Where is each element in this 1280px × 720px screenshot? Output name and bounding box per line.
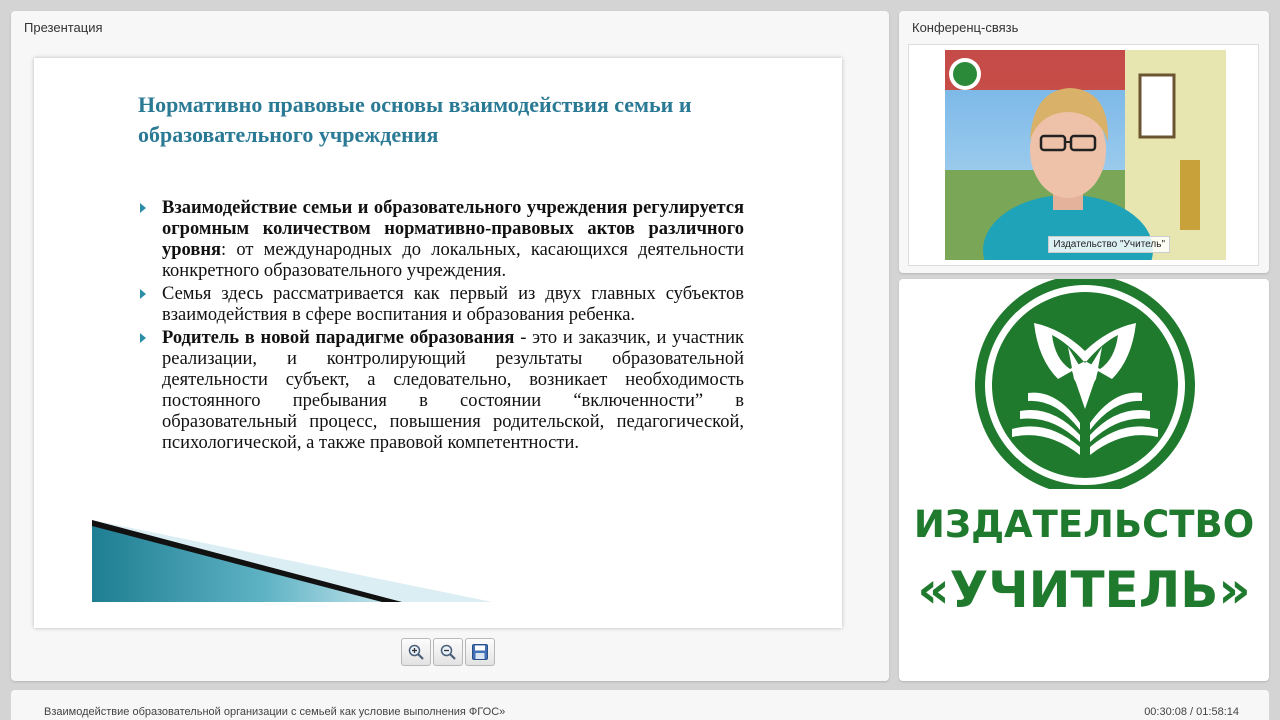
slide-bullet-text: Семья здесь рассматривается как первый и… xyxy=(162,284,744,325)
publisher-logo-icon xyxy=(975,279,1195,489)
slide-bullet-bold: Родитель в новой парадигме образования xyxy=(162,328,515,348)
zoom-in-icon xyxy=(408,644,424,660)
webcam-video[interactable] xyxy=(945,50,1226,260)
bullet-arrow-icon xyxy=(140,203,146,213)
slide-bullet: Взаимодействие семьи и образовательного … xyxy=(138,198,744,282)
footer-bar: Взаимодействие образовательной организац… xyxy=(11,690,1269,720)
webinar-title: Взаимодействие образовательной организац… xyxy=(44,706,506,718)
slide-bullet: Родитель в новой парадигме образования -… xyxy=(138,328,744,454)
playback-time: 00:30:08 / 01:58:14 xyxy=(1144,706,1239,718)
conference-panel-title: Конференц-связь xyxy=(912,20,1019,35)
slide-bullet-text: : от международных до локальных, касающи… xyxy=(162,240,744,281)
publisher-logo-panel: ИЗДАТЕЛЬСТВО «УЧИТЕЛЬ» xyxy=(899,279,1269,681)
slide: Нормативно правовые основы взаимодействи… xyxy=(34,58,842,628)
slide-bullet-list: Взаимодействие семьи и образовательного … xyxy=(138,198,744,456)
slide-title: Нормативно правовые основы взаимодействи… xyxy=(138,92,692,147)
bullet-arrow-icon xyxy=(140,289,146,299)
publisher-name-line2: «УЧИТЕЛЬ» xyxy=(917,561,1251,619)
slide-decoration xyxy=(92,520,492,602)
conference-panel: Конференц-связь Издательство "Учитель" xyxy=(899,11,1269,273)
publisher-name-line1: ИЗДАТЕЛЬСТВО xyxy=(913,503,1255,546)
save-button[interactable] xyxy=(465,638,495,666)
zoom-in-button[interactable] xyxy=(401,638,431,666)
presentation-panel: Презентация Нормативно правовые основы в… xyxy=(11,11,889,681)
zoom-out-button[interactable] xyxy=(433,638,463,666)
bullet-arrow-icon xyxy=(140,333,146,343)
slide-toolbar xyxy=(401,638,495,666)
presentation-panel-title: Презентация xyxy=(24,20,103,35)
zoom-out-icon xyxy=(440,644,456,660)
webcam-image xyxy=(945,50,1226,260)
video-box: Издательство "Учитель" xyxy=(908,44,1259,266)
save-icon xyxy=(472,644,488,660)
video-caption: Издательство "Учитель" xyxy=(1048,236,1170,253)
slide-bullet: Семья здесь рассматривается как первый и… xyxy=(138,284,744,326)
